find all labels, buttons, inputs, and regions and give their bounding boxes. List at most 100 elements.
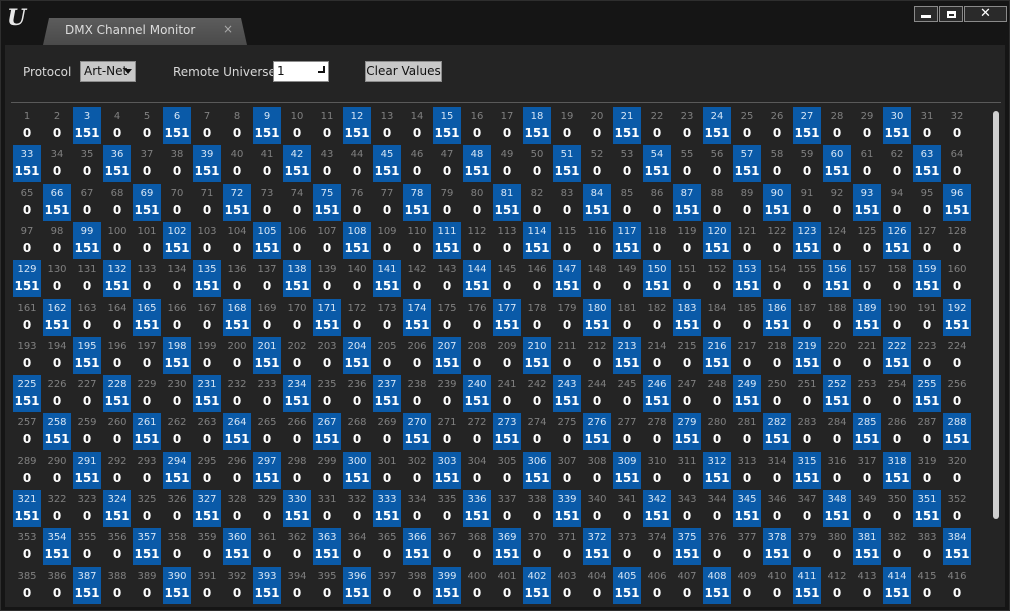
channel-cell: 177 151 bbox=[493, 298, 521, 336]
channel-cell: 283 0 bbox=[793, 413, 821, 450]
channel-cell: 199 0 bbox=[193, 337, 221, 374]
channel-value: 0 bbox=[52, 470, 62, 485]
channel-value: 0 bbox=[142, 164, 152, 179]
channel-number: 53 bbox=[620, 149, 634, 161]
channel-number: 305 bbox=[497, 455, 517, 467]
channel-value: 151 bbox=[824, 279, 850, 294]
channel-number: 157 bbox=[857, 264, 877, 276]
channel-value: 0 bbox=[352, 164, 362, 179]
channel-value: 151 bbox=[794, 585, 820, 600]
channel-number: 309 bbox=[617, 455, 637, 467]
channel-cell: 143 0 bbox=[433, 260, 461, 297]
channel-value: 0 bbox=[532, 164, 542, 179]
channel-value: 0 bbox=[892, 279, 902, 294]
channel-value: 151 bbox=[374, 509, 400, 523]
close-button[interactable]: ✕ bbox=[964, 6, 1007, 22]
channel-value: 151 bbox=[794, 126, 820, 140]
channel-value: 0 bbox=[502, 509, 512, 523]
scrollbar[interactable] bbox=[993, 111, 999, 519]
channel-number: 193 bbox=[17, 340, 37, 352]
channel-number: 340 bbox=[587, 494, 607, 505]
channel-number: 393 bbox=[257, 570, 277, 582]
channel-number: 348 bbox=[827, 494, 847, 505]
channel-cell: 17 0 bbox=[493, 107, 521, 144]
channel-number: 238 bbox=[407, 379, 427, 391]
channel-number: 80 bbox=[470, 187, 484, 199]
channel-value: 151 bbox=[284, 164, 310, 179]
channel-number: 99 bbox=[80, 225, 94, 237]
channel-cell: 19 0 bbox=[553, 107, 581, 144]
channel-value: 0 bbox=[292, 547, 302, 562]
channel-number: 86 bbox=[650, 187, 664, 199]
channel-cell: 23 0 bbox=[673, 107, 701, 144]
channel-value: 0 bbox=[622, 547, 632, 562]
protocol-dropdown[interactable]: Art-Net bbox=[80, 61, 136, 82]
channel-value: 0 bbox=[772, 394, 782, 409]
channel-number: 205 bbox=[377, 340, 397, 352]
channel-cell: 235 0 bbox=[313, 375, 341, 412]
channel-value: 151 bbox=[824, 164, 850, 179]
channel-cell: 401 0 bbox=[493, 567, 521, 604]
channel-number: 44 bbox=[350, 149, 364, 161]
channel-number: 360 bbox=[227, 532, 247, 544]
channel-number: 267 bbox=[317, 417, 337, 429]
channel-number: 392 bbox=[227, 570, 247, 582]
channel-cell: 372 151 bbox=[583, 528, 611, 566]
channel-value: 151 bbox=[134, 317, 160, 332]
tab-dmx-channel-monitor[interactable]: DMX Channel Monitor × bbox=[43, 18, 247, 45]
clear-values-button[interactable]: Clear Values bbox=[365, 61, 442, 82]
channel-number: 75 bbox=[320, 187, 334, 199]
minimize-button[interactable] bbox=[914, 6, 938, 22]
channel-number: 129 bbox=[17, 264, 37, 276]
channel-number: 353 bbox=[17, 532, 37, 544]
channel-value: 0 bbox=[322, 470, 332, 485]
channel-cell: 380 0 bbox=[823, 528, 851, 565]
channel-value: 0 bbox=[652, 126, 662, 140]
channel-number: 9 bbox=[263, 111, 271, 122]
channel-number: 152 bbox=[707, 264, 727, 276]
channel-cell: 227 0 bbox=[73, 375, 101, 412]
channel-value: 0 bbox=[562, 547, 572, 562]
channel-value: 0 bbox=[472, 240, 482, 255]
channel-number: 259 bbox=[77, 417, 97, 429]
channel-number: 144 bbox=[467, 264, 487, 276]
tab-close-icon[interactable]: × bbox=[223, 22, 233, 36]
channel-value: 0 bbox=[292, 470, 302, 485]
channel-number: 90 bbox=[770, 187, 784, 199]
channel-number: 203 bbox=[317, 340, 337, 352]
channel-number: 145 bbox=[497, 264, 517, 276]
channel-cell: 46 0 bbox=[403, 145, 431, 182]
channel-cell: 105 151 bbox=[253, 221, 281, 259]
channel-cell: 122 0 bbox=[763, 222, 791, 259]
channel-value: 0 bbox=[22, 202, 32, 217]
remote-universe-input[interactable]: 1 bbox=[273, 61, 329, 82]
channel-cell: 264 151 bbox=[223, 413, 251, 451]
channel-number: 313 bbox=[737, 455, 757, 467]
channel-cell: 405 151 bbox=[613, 566, 641, 604]
channel-value: 0 bbox=[442, 317, 452, 332]
channel-cell: 29 0 bbox=[853, 107, 881, 144]
channel-value: 0 bbox=[112, 317, 122, 332]
channel-value: 151 bbox=[794, 470, 820, 485]
channel-value: 0 bbox=[412, 585, 422, 600]
channel-value: 151 bbox=[254, 240, 280, 255]
channel-cell: 206 0 bbox=[403, 337, 431, 374]
maximize-button[interactable] bbox=[939, 6, 963, 22]
channel-number: 118 bbox=[647, 225, 667, 237]
channel-value: 151 bbox=[44, 432, 70, 447]
channel-number: 277 bbox=[617, 417, 637, 429]
channel-number: 64 bbox=[950, 149, 964, 161]
channel-value: 0 bbox=[532, 432, 542, 447]
toolbar: Protocol Art-Net Remote Universe 1 Clear… bbox=[5, 45, 1005, 95]
channel-cell: 265 0 bbox=[253, 413, 281, 450]
channel-cell: 406 0 bbox=[643, 567, 671, 604]
channel-cell: 165 151 bbox=[133, 298, 161, 336]
channel-number: 339 bbox=[557, 494, 577, 505]
channel-cell: 186 151 bbox=[763, 298, 791, 336]
channel-value: 0 bbox=[682, 355, 692, 370]
channel-number: 191 bbox=[917, 302, 937, 314]
channel-cell: 57 151 bbox=[733, 145, 761, 183]
tab-label: DMX Channel Monitor bbox=[65, 23, 196, 37]
channel-cell: 193 0 bbox=[13, 337, 41, 374]
channel-cell: 52 0 bbox=[583, 145, 611, 182]
